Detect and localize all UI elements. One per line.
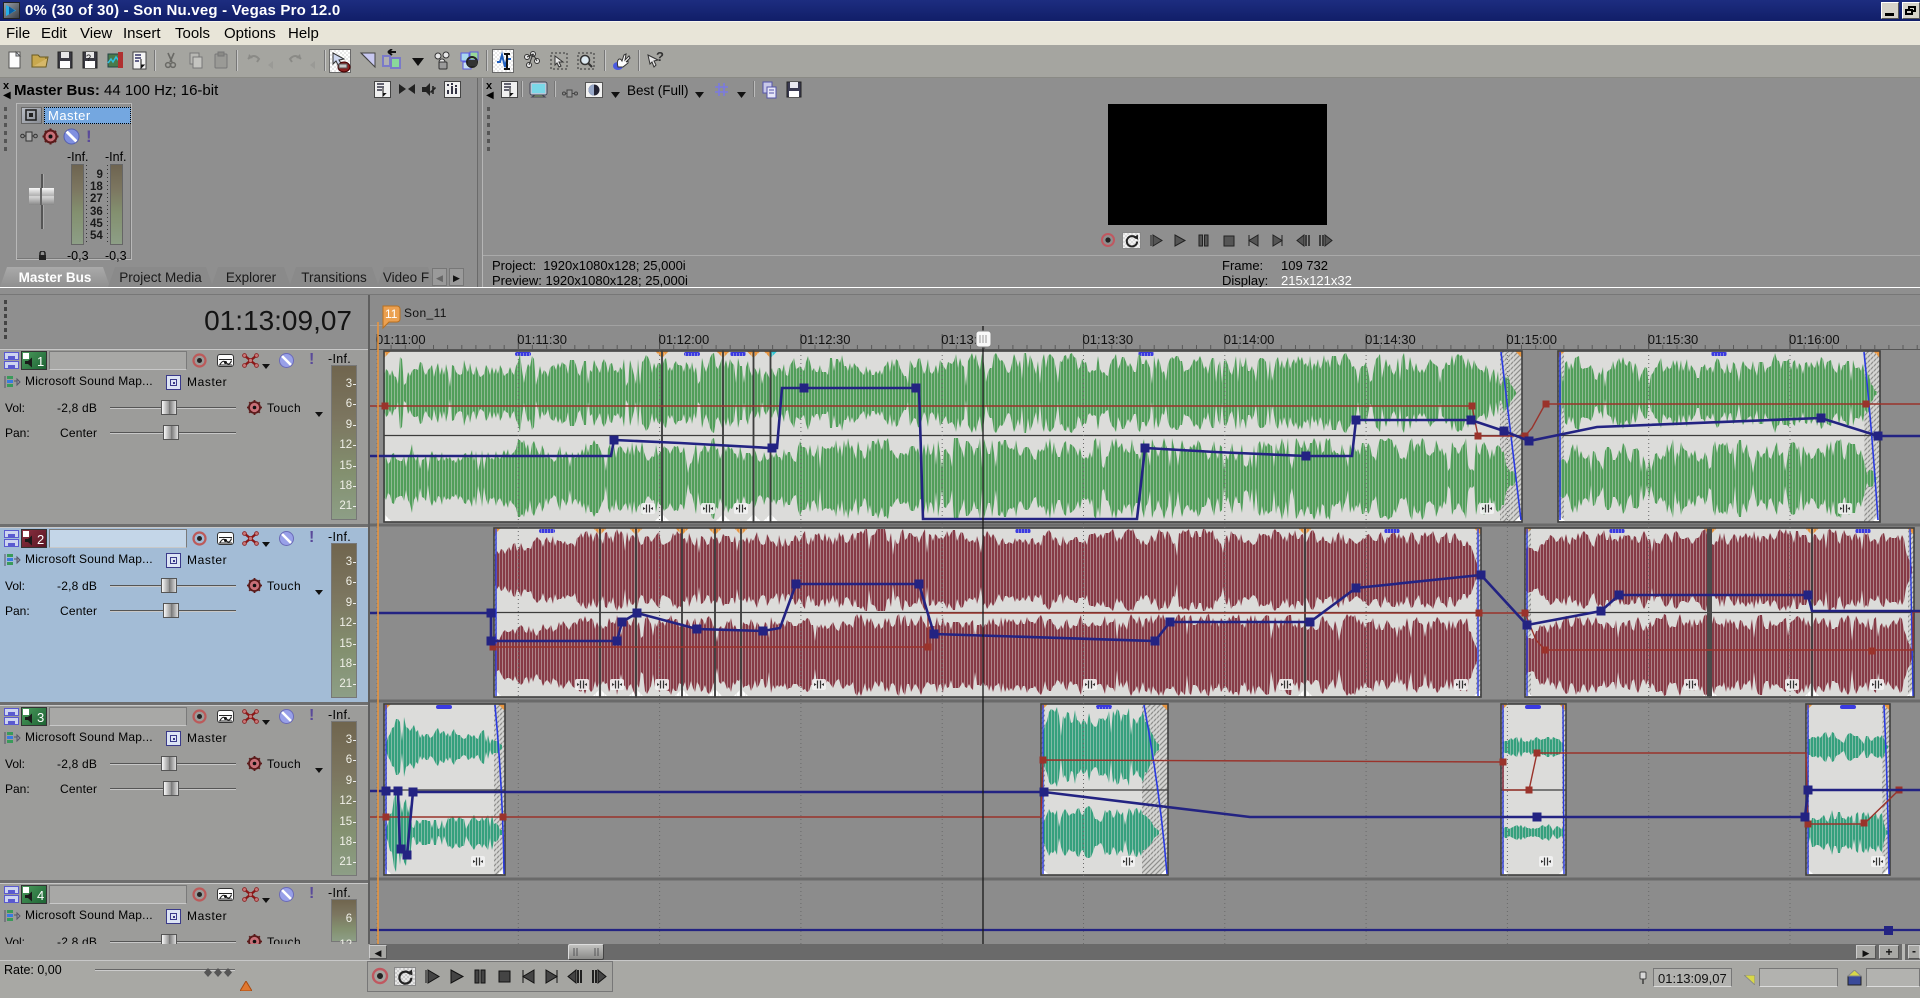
svg-text:?: ? [656, 49, 664, 64]
svg-text:01:15:00: 01:15:00 [1506, 332, 1557, 347]
svg-text:Son_11: Son_11 [404, 306, 447, 320]
svg-text:01:14:00: 01:14:00 [1224, 332, 1275, 347]
svg-text:01:11:30: 01:11:30 [517, 332, 567, 347]
svg-text:01:14:30: 01:14:30 [1365, 332, 1416, 347]
svg-text:01:11:00: 01:11:00 [376, 332, 426, 347]
svg-text:11: 11 [385, 307, 398, 321]
svg-text:?: ? [86, 53, 91, 63]
svg-text:01:12:00: 01:12:00 [659, 332, 710, 347]
svg-text:01:12:30: 01:12:30 [800, 332, 851, 347]
svg-text:01:13:30: 01:13:30 [1083, 332, 1134, 347]
svg-text:01:16:00: 01:16:00 [1789, 332, 1840, 347]
svg-text:01:15:30: 01:15:30 [1648, 332, 1699, 347]
